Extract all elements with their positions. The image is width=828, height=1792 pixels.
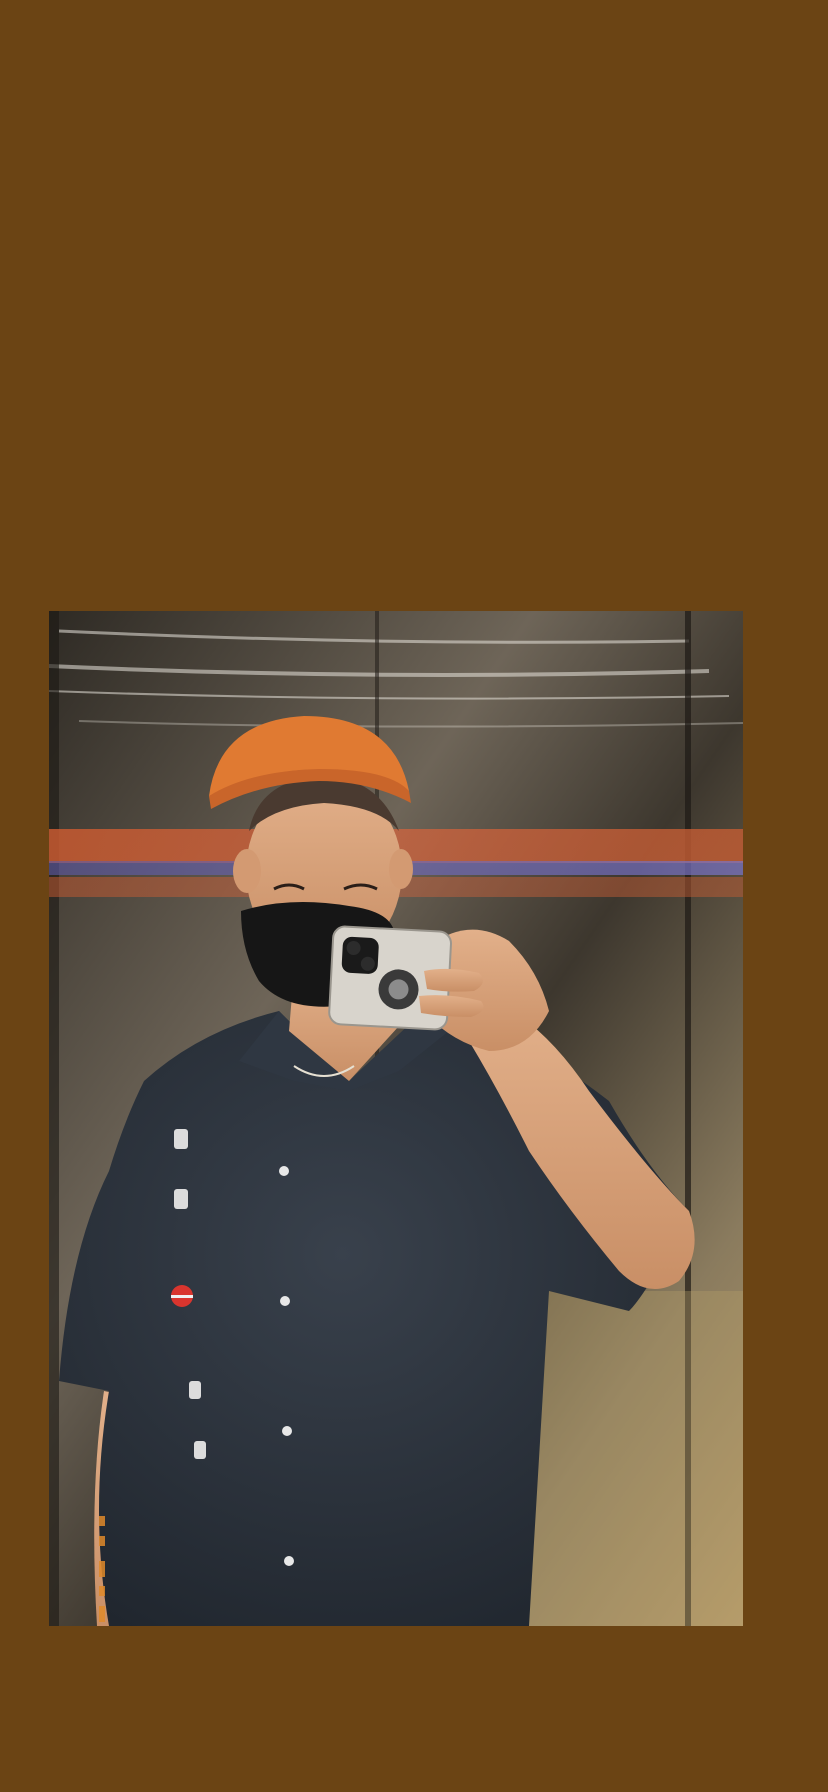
elevator-selfie-photo <box>49 611 743 1626</box>
photo-frame <box>49 611 743 1626</box>
panel-seam <box>49 611 59 1626</box>
